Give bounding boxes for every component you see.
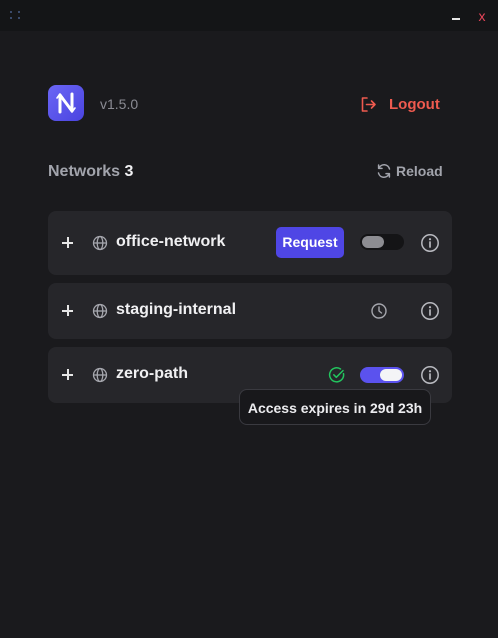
logo-icon	[56, 92, 76, 114]
logout-label: Logout	[389, 95, 440, 113]
expand-plus-icon[interactable]	[60, 303, 76, 319]
globe-icon	[92, 303, 108, 319]
access-expiry-tooltip: Access expires in 29d 23h	[239, 389, 431, 425]
reload-icon	[377, 164, 391, 178]
drag-grip-icon[interactable]	[10, 11, 24, 21]
clock-icon	[371, 303, 387, 319]
networks-count: 3	[124, 163, 134, 180]
logout-button[interactable]: Logout	[360, 93, 440, 115]
network-toggle[interactable]	[360, 234, 404, 250]
globe-icon	[92, 367, 108, 383]
expand-plus-icon[interactable]	[60, 367, 76, 383]
check-circle-icon	[328, 367, 345, 383]
title-bar: x	[0, 0, 498, 31]
minimize-button[interactable]	[446, 5, 466, 27]
networks-title: Networks	[48, 163, 121, 180]
logout-icon	[361, 96, 376, 112]
reload-button[interactable]: Reload	[376, 163, 443, 179]
app-logo	[48, 85, 84, 121]
request-access-button[interactable]: Request	[276, 227, 344, 258]
reload-label: Reload	[396, 163, 443, 179]
globe-icon	[92, 235, 108, 251]
network-name: staging-internal	[116, 301, 237, 318]
toggle-knob	[362, 236, 384, 248]
network-row-staging-internal: staging-internal	[48, 283, 452, 339]
expand-plus-icon[interactable]	[60, 235, 76, 251]
close-button[interactable]: x	[472, 5, 492, 27]
network-name: office-network	[116, 233, 226, 250]
app-version: v1.5.0	[100, 96, 139, 112]
info-icon[interactable]	[420, 365, 440, 385]
info-icon[interactable]	[420, 233, 440, 253]
network-toggle[interactable]	[360, 367, 404, 383]
info-icon[interactable]	[420, 301, 440, 321]
network-name: zero-path	[116, 365, 188, 382]
toggle-knob	[380, 369, 402, 381]
networks-heading: Networks 3	[48, 163, 133, 181]
network-row-office-network: office-network Request	[48, 211, 452, 275]
